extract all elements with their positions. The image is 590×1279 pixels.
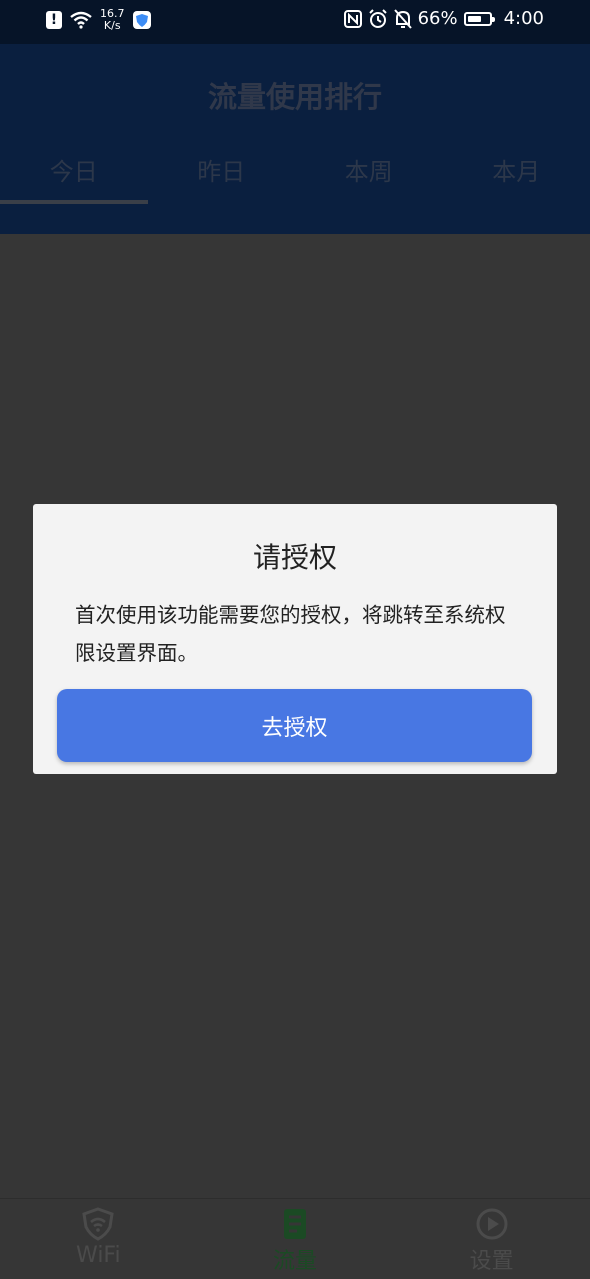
tab-label: 昨日 xyxy=(197,158,245,186)
status-right: 66% 4:00 xyxy=(344,8,544,29)
authorize-button[interactable]: 去授权 xyxy=(57,689,532,762)
mute-bell-icon xyxy=(394,9,412,29)
battery-percent: 66% xyxy=(418,8,458,29)
authorize-button-label: 去授权 xyxy=(261,710,327,742)
status-left: ! 16.7 K/s xyxy=(46,8,151,32)
bottom-nav: WiFi 流量 设置 xyxy=(0,1198,590,1279)
nav-item-settings[interactable]: 设置 xyxy=(393,1199,590,1279)
alert-icon: ! xyxy=(46,11,62,29)
shield-icon xyxy=(133,11,151,29)
header: 流量使用排行 今日 昨日 本周 本月 xyxy=(0,44,590,234)
tab-today[interactable]: 今日 xyxy=(0,144,148,204)
authorization-dialog: 请授权 首次使用该功能需要您的授权，将跳转至系统权限设置界面。 去授权 xyxy=(33,504,557,774)
dialog-message: 首次使用该功能需要您的授权，将跳转至系统权限设置界面。 xyxy=(75,596,517,672)
nav-label: 设置 xyxy=(470,1243,514,1275)
status-bar: ! 16.7 K/s xyxy=(0,0,590,44)
dialog-title: 请授权 xyxy=(33,536,557,576)
tab-label: 今日 xyxy=(50,158,98,186)
tab-bar: 今日 昨日 本周 本月 xyxy=(0,144,590,204)
nfc-icon xyxy=(344,10,362,28)
battery-fill xyxy=(468,16,481,22)
nav-label: WiFi xyxy=(76,1243,121,1268)
play-circle-icon xyxy=(475,1207,509,1241)
tab-label: 本周 xyxy=(345,158,393,186)
net-speed-unit: K/s xyxy=(104,20,121,32)
battery-icon xyxy=(464,12,492,26)
clock: 4:00 xyxy=(504,8,544,29)
nav-label: 流量 xyxy=(273,1243,317,1275)
tab-this-month[interactable]: 本月 xyxy=(443,144,590,204)
page-title: 流量使用排行 xyxy=(0,74,590,116)
tab-label: 本月 xyxy=(492,158,540,186)
alarm-icon xyxy=(368,9,388,29)
net-speed: 16.7 K/s xyxy=(100,8,125,32)
nav-item-wifi[interactable]: WiFi xyxy=(0,1199,197,1279)
tab-this-week[interactable]: 本周 xyxy=(295,144,443,204)
wifi-shield-icon xyxy=(81,1207,115,1241)
nav-item-traffic[interactable]: 流量 xyxy=(197,1199,394,1279)
tab-yesterday[interactable]: 昨日 xyxy=(148,144,296,204)
document-icon xyxy=(278,1207,312,1241)
wifi-icon xyxy=(70,11,92,29)
